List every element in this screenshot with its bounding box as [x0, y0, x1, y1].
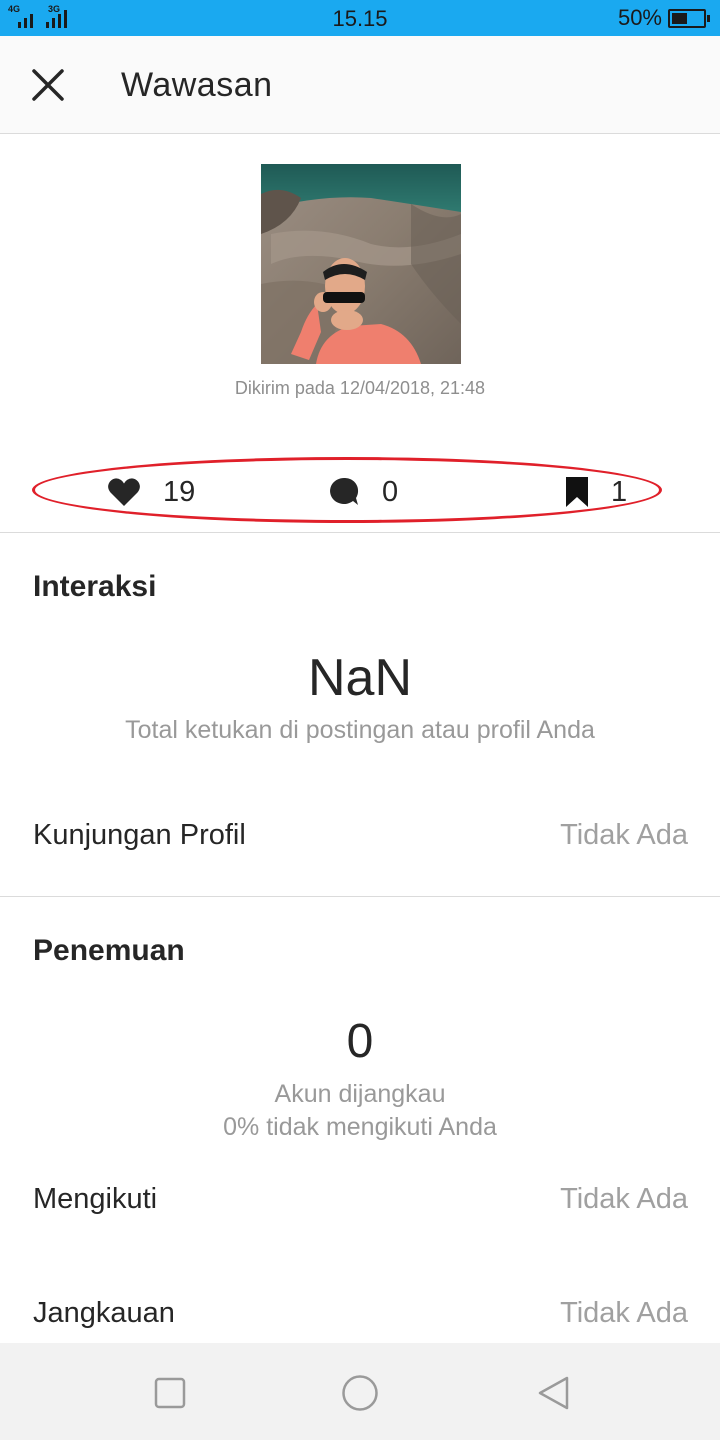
interactions-title: Interaksi: [33, 570, 157, 603]
close-button[interactable]: [26, 63, 70, 107]
accounts-reached-caption: Akun dijangkau: [274, 1080, 446, 1108]
app-header: Wawasan: [0, 36, 720, 134]
profile-visits-value: Tidak Ada: [560, 819, 688, 851]
comments-count: 0: [382, 475, 399, 508]
home-button[interactable]: [340, 1373, 380, 1413]
clock: 15.15: [332, 6, 388, 31]
profile-visits-label: Kunjungan Profil: [33, 819, 246, 851]
discovery-value: 0: [346, 1015, 374, 1068]
close-icon: [32, 69, 64, 101]
back-button[interactable]: [534, 1373, 574, 1413]
likes-stat: 19: [107, 476, 195, 508]
status-bar: 4G 3G 15.15 50%: [0, 0, 720, 36]
follows-label: Mengikuti: [33, 1183, 158, 1215]
likes-count: 19: [163, 475, 196, 508]
reach-value: Tidak Ada: [560, 1297, 688, 1329]
battery-fill: [672, 13, 687, 24]
comment-icon: [330, 477, 359, 505]
follows-value: Tidak Ada: [560, 1183, 688, 1215]
posted-timestamp: Dikirim pada 12/04/2018, 21:48: [234, 378, 486, 398]
saves-stat: 1: [565, 476, 627, 508]
divider: [0, 896, 720, 897]
recent-apps-button[interactable]: [150, 1373, 190, 1413]
battery-percent: 50%: [617, 5, 662, 30]
page-title: Wawasan: [121, 66, 273, 104]
comments-stat: 0: [328, 476, 398, 508]
square-icon: [154, 1377, 186, 1409]
reach-label: Jangkauan: [33, 1297, 175, 1329]
interactions-caption: Total ketukan di postingan atau profil A…: [125, 716, 595, 744]
circle-icon: [342, 1375, 378, 1411]
interactions-value: NaN: [307, 649, 413, 707]
bookmark-icon: [566, 477, 588, 507]
heart-icon: [108, 478, 140, 506]
system-nav-bar: [0, 1343, 720, 1440]
battery-icon: [668, 9, 710, 28]
engagement-stats: 19 0 1: [32, 457, 662, 523]
discovery-title: Penemuan: [33, 934, 185, 967]
triangle-back-icon: [538, 1376, 569, 1410]
non-followers-caption: 0% tidak mengikuti Anda: [223, 1113, 497, 1141]
saves-count: 1: [611, 475, 628, 508]
divider: [0, 532, 720, 533]
post-photo: [261, 164, 461, 364]
post-thumbnail: [261, 164, 461, 364]
